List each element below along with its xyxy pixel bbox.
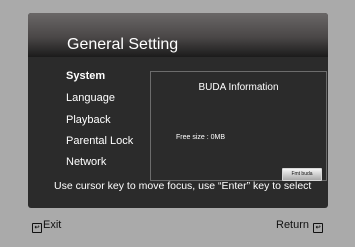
exit-key-icon: ↩ (32, 223, 42, 233)
exit-label: Exit (43, 219, 62, 231)
settings-dialog: General Setting System Language Playback… (28, 13, 328, 208)
buda-info-panel: BUDA Information Free size : 0MB Fmt bud… (150, 71, 327, 181)
return-button[interactable]: Return ↩ (276, 218, 324, 233)
page-title: General Setting (67, 36, 179, 53)
menu-item-language[interactable]: Language (66, 91, 115, 105)
menu-item-system[interactable]: System (66, 69, 105, 83)
menu-item-playback[interactable]: Playback (66, 113, 111, 127)
menu-item-network[interactable]: Network (66, 155, 106, 169)
panel-title: BUDA Information (198, 82, 279, 93)
menu-item-parental-lock[interactable]: Parental Lock (66, 134, 133, 148)
free-size-text: Free size : 0MB (176, 134, 226, 141)
return-label: Return (276, 219, 310, 231)
help-text: Use cursor key to move focus, use “Enter… (54, 180, 312, 192)
exit-button[interactable]: ↩ Exit (31, 218, 61, 233)
title-bar: General Setting (28, 13, 328, 57)
return-key-icon: ↩ (313, 223, 324, 233)
